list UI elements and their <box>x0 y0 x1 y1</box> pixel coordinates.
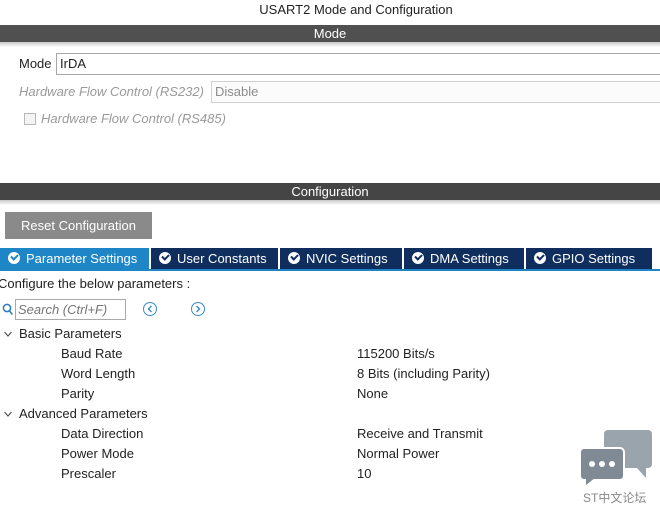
param-value[interactable]: Receive and Transmit <box>357 424 483 444</box>
mode-select[interactable]: IrDA <box>56 53 660 75</box>
check-circle-icon <box>534 252 546 264</box>
param-label: Parity <box>61 386 95 401</box>
param-value[interactable]: Normal Power <box>357 444 439 464</box>
hw-flow-rs485-row: Hardware Flow Control (RS485) <box>0 108 660 130</box>
chevron-right-icon <box>196 305 201 313</box>
tab-label: User Constants <box>177 251 267 266</box>
param-row-baud-rate[interactable]: Baud Rate 115200 Bits/s <box>0 344 660 364</box>
param-label: Baud Rate <box>61 346 123 361</box>
window-title: USART2 Mode and Configuration <box>259 2 453 17</box>
param-row-parity[interactable]: Parity None <box>0 384 660 404</box>
param-value[interactable]: None <box>357 384 388 404</box>
check-circle-icon <box>412 252 424 264</box>
param-row-power-mode[interactable]: Power Mode Normal Power <box>0 444 660 464</box>
search-previous-button[interactable] <box>143 302 157 316</box>
tab-label: DMA Settings <box>430 251 509 266</box>
watermark-text: ST中文论坛 <box>583 491 647 505</box>
param-row-prescaler[interactable]: Prescaler 10 <box>0 464 660 484</box>
mode-label: Mode <box>19 56 52 71</box>
param-row-word-length[interactable]: Word Length 8 Bits (including Parity) <box>0 364 660 384</box>
config-tabs: Parameter Settings User Constants NVIC S… <box>0 248 660 269</box>
tab-label: GPIO Settings <box>552 251 636 266</box>
param-value[interactable]: 10 <box>357 464 371 484</box>
search-next-button[interactable] <box>191 302 205 316</box>
hw-flow-rs232-row: Hardware Flow Control (RS232) Disable <box>0 81 660 103</box>
hw-flow-rs485-label: Hardware Flow Control (RS485) <box>41 111 226 126</box>
check-circle-icon <box>8 252 20 264</box>
hw-flow-rs485-checkbox[interactable] <box>24 113 36 125</box>
configure-instructions: Configure the below parameters : <box>0 276 191 291</box>
mode-header-shadow <box>0 42 660 47</box>
hw-flow-rs232-select[interactable]: Disable <box>211 81 660 103</box>
tab-parameter-settings[interactable]: Parameter Settings <box>0 248 151 269</box>
mode-section-header: Mode <box>0 25 660 42</box>
tab-label: Parameter Settings <box>26 251 138 266</box>
configuration-section-header: Configuration <box>0 183 660 200</box>
param-label: Word Length <box>61 366 136 381</box>
mode-row: Mode IrDA <box>0 53 660 75</box>
param-label: Power Mode <box>61 446 134 461</box>
hw-flow-rs232-label: Hardware Flow Control (RS232) <box>19 84 204 99</box>
param-label: Data Direction <box>61 426 144 441</box>
param-label: Prescaler <box>61 466 116 481</box>
search-input[interactable] <box>15 299 126 320</box>
chevron-left-icon <box>147 305 152 313</box>
tab-dma-settings[interactable]: DMA Settings <box>404 248 526 269</box>
chevron-down-icon[interactable] <box>4 410 12 418</box>
tab-nvic-settings[interactable]: NVIC Settings <box>280 248 404 269</box>
reset-configuration-button[interactable]: Reset Configuration <box>5 212 152 239</box>
tab-gpio-settings[interactable]: GPIO Settings <box>526 248 652 269</box>
tree-group-basic-parameters[interactable]: Basic Parameters <box>0 324 660 344</box>
chat-bubbles-icon <box>580 430 652 488</box>
group-label: Advanced Parameters <box>19 406 148 421</box>
group-label: Basic Parameters <box>19 326 122 341</box>
param-row-data-direction[interactable]: Data Direction Receive and Transmit <box>0 424 660 444</box>
search-icon <box>2 303 13 315</box>
param-value[interactable]: 115200 Bits/s <box>357 344 435 364</box>
param-value[interactable]: 8 Bits (including Parity) <box>357 364 490 384</box>
tab-user-constants[interactable]: User Constants <box>151 248 280 269</box>
check-circle-icon <box>159 252 171 264</box>
tree-group-advanced-parameters[interactable]: Advanced Parameters <box>0 404 660 424</box>
check-circle-icon <box>288 252 300 264</box>
chevron-down-icon[interactable] <box>4 330 12 338</box>
config-header-shadow <box>0 200 660 205</box>
tabs-underline <box>0 269 660 271</box>
tab-label: NVIC Settings <box>306 251 388 266</box>
